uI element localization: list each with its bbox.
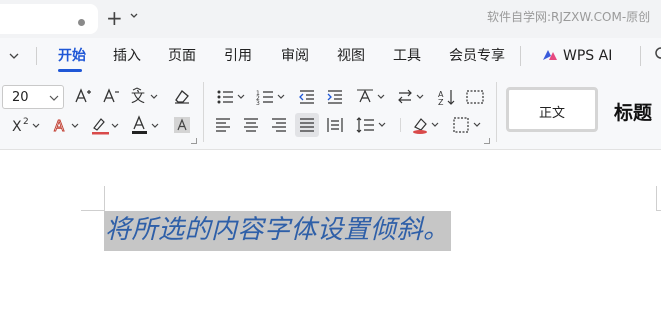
paragraph-dialog-launcher-icon[interactable] xyxy=(484,138,490,144)
increase-indent-icon[interactable] xyxy=(326,88,344,106)
character-shading-icon[interactable] xyxy=(172,115,192,135)
document-paragraph[interactable]: 将所选的内容字体设置倾斜。 xyxy=(105,213,450,247)
justify-button[interactable] xyxy=(295,113,319,137)
margin-marker xyxy=(81,210,105,211)
font-size-value: 20 xyxy=(12,90,29,105)
tab-insert[interactable]: 插入 xyxy=(113,46,141,66)
svg-text:2: 2 xyxy=(23,117,29,127)
svg-text:3: 3 xyxy=(256,100,260,106)
bullet-list-icon[interactable] xyxy=(216,88,248,106)
wps-ai-button[interactable]: WPS AI xyxy=(563,46,612,66)
tab-tools[interactable]: 工具 xyxy=(393,46,421,66)
font-size-select[interactable]: 20 xyxy=(2,85,64,109)
svg-text:文: 文 xyxy=(131,90,145,105)
text-direction-icon[interactable] xyxy=(396,87,428,107)
align-left-icon[interactable] xyxy=(214,116,232,134)
divider xyxy=(203,82,204,142)
tab-review[interactable]: 审阅 xyxy=(281,46,309,66)
text-effect-icon[interactable]: A xyxy=(53,115,83,135)
margin-marker xyxy=(656,210,661,211)
document-tab[interactable] xyxy=(0,4,98,34)
align-right-icon[interactable] xyxy=(270,116,288,134)
unsaved-dot-icon xyxy=(78,19,85,26)
style-heading-label[interactable]: 标题 xyxy=(614,98,652,125)
divider xyxy=(400,118,401,132)
svg-text:X: X xyxy=(12,119,22,135)
font-color-icon[interactable] xyxy=(131,115,161,135)
watermark-text: 软件自学网:RJZXW.COM-原创 xyxy=(487,10,651,24)
show-hide-marks-icon[interactable] xyxy=(465,88,485,106)
tab-home[interactable]: 开始 xyxy=(58,46,86,66)
active-tab-indicator xyxy=(58,69,82,72)
margin-marker xyxy=(656,186,657,211)
chevron-down-icon[interactable] xyxy=(130,12,138,20)
sort-icon[interactable]: A Z xyxy=(437,87,457,107)
tab-view[interactable]: 视图 xyxy=(337,46,365,66)
svg-text:A: A xyxy=(54,117,65,135)
divider xyxy=(36,47,37,65)
numbered-list-icon[interactable]: 1 2 3 xyxy=(256,88,288,106)
divider xyxy=(496,82,497,142)
highlight-icon[interactable] xyxy=(91,115,121,135)
chevron-down-icon[interactable] xyxy=(9,52,19,60)
new-tab-button[interactable]: + xyxy=(106,6,123,30)
tab-member[interactable]: 会员专享 xyxy=(449,46,505,66)
divider xyxy=(520,46,521,66)
distributed-align-icon[interactable] xyxy=(326,116,344,134)
borders-icon[interactable] xyxy=(452,115,484,135)
tab-reference[interactable]: 引用 xyxy=(224,46,252,66)
clear-format-icon[interactable] xyxy=(172,86,192,106)
style-normal-card[interactable]: 正文 xyxy=(506,87,598,132)
superscript-icon[interactable]: X 2 xyxy=(12,115,42,135)
ribbon-tabs xyxy=(0,38,661,74)
justify-icon xyxy=(300,118,314,132)
decrease-indent-icon[interactable] xyxy=(298,88,316,106)
align-center-icon[interactable] xyxy=(242,116,260,134)
tab-page[interactable]: 页面 xyxy=(168,46,196,66)
style-normal-label: 正文 xyxy=(538,106,565,121)
margin-marker xyxy=(104,186,105,211)
decrease-font-size-icon[interactable] xyxy=(102,87,120,105)
increase-font-size-icon[interactable] xyxy=(74,87,92,105)
svg-text:Z: Z xyxy=(438,98,444,107)
line-spacing-icon[interactable] xyxy=(356,116,388,134)
paragraph-shading-icon[interactable] xyxy=(410,115,442,135)
character-spacing-icon[interactable] xyxy=(355,87,387,107)
wps-ai-icon[interactable] xyxy=(542,48,558,62)
font-dialog-launcher-icon[interactable] xyxy=(191,138,197,144)
chevron-down-icon xyxy=(49,95,59,101)
phonetic-guide-icon[interactable]: 文 xyxy=(130,87,160,105)
search-icon[interactable] xyxy=(652,46,661,62)
divider xyxy=(640,46,641,66)
